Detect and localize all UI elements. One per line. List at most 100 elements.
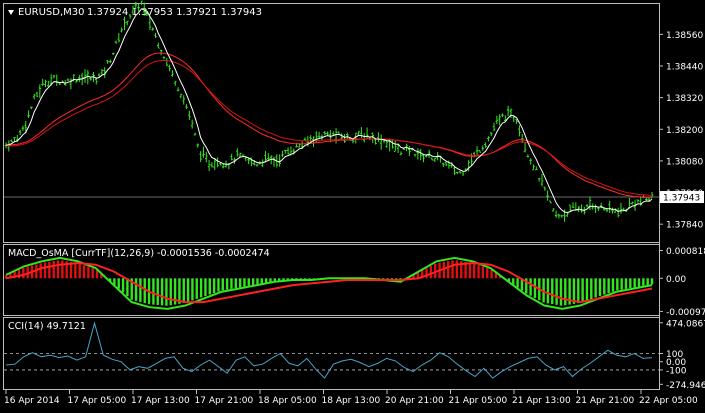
- time-label: 22 Apr 05:00: [639, 396, 698, 406]
- time-label: 21 Apr 13:00: [512, 396, 571, 406]
- macd-hist-bar: [594, 278, 597, 298]
- time-label: 16 Apr 2014: [4, 396, 60, 406]
- macd-hist-bar: [447, 261, 450, 279]
- macd-hist-bar: [195, 278, 198, 299]
- macd-tick-label: -0.000974: [666, 308, 705, 318]
- macd-tick-label: 0.00: [666, 275, 686, 285]
- time-label: 18 Apr 05:00: [258, 396, 317, 406]
- macd-hist-bar: [160, 278, 164, 306]
- macd-hist-bar: [620, 278, 623, 290]
- current-price-label: 1.37943: [663, 194, 700, 204]
- macd-hist-bar: [590, 278, 593, 300]
- macd-hist-bar: [564, 278, 567, 306]
- macd-hist-bar: [169, 278, 172, 306]
- cci-tick-label: 474.0867: [666, 319, 705, 329]
- time-label: 17 Apr 05:00: [68, 396, 127, 406]
- macd-hist-bar: [603, 278, 606, 295]
- macd-hist-bar: [481, 266, 485, 279]
- macd-hist-bar: [468, 262, 472, 279]
- macd-hist-bar: [87, 266, 90, 279]
- time-label: 21 Apr 05:00: [449, 396, 508, 406]
- macd-hist-bar: [217, 278, 220, 292]
- macd-hist-bar: [611, 278, 615, 292]
- symbol-label: EURUSD,M30: [18, 7, 84, 18]
- macd-hist-bar: [642, 278, 645, 286]
- macd-hist-bar: [152, 278, 155, 305]
- cci-tick-label: -274.9465: [666, 381, 705, 391]
- macd-label: MACD_OsMA [CurrTF](12,26,9) -0.0001536 -…: [8, 248, 270, 259]
- time-label: 20 Apr 21:00: [385, 396, 444, 406]
- macd-hist-bar: [577, 278, 580, 304]
- macd-hist-bar: [624, 278, 628, 289]
- main-panel-frame: [3, 3, 660, 243]
- macd-hist-bar: [429, 265, 433, 279]
- macd-hist-bar: [616, 278, 619, 291]
- macd-hist-bar: [230, 278, 233, 289]
- cci-axis: 474.08671000.00-100-274.9465: [659, 319, 705, 391]
- macd-hist-bar: [559, 278, 563, 306]
- price-tick-label: 1.38560: [666, 31, 703, 41]
- macd-hist-bar: [251, 278, 255, 286]
- macd-hist-bar: [43, 262, 47, 279]
- macd-hist-bar: [650, 278, 654, 285]
- time-label: 17 Apr 13:00: [131, 396, 190, 406]
- macd-hist-bar: [39, 263, 42, 279]
- macd-hist-bar: [117, 278, 120, 289]
- macd-hist-bar: [260, 278, 263, 284]
- macd-hist-bar: [455, 260, 459, 279]
- cci-label: CCI(14) 49.7121: [8, 321, 86, 332]
- time-label: 21 Apr 21:00: [576, 396, 635, 406]
- macd-hist-bar: [61, 260, 64, 279]
- macd-hist-bar: [212, 278, 216, 294]
- macd-hist-bar: [629, 278, 632, 289]
- macd-hist-bar: [256, 278, 259, 285]
- macd-hist-bar: [646, 278, 649, 286]
- macd-hist-bar: [451, 260, 454, 279]
- mt4-chart-window[interactable]: EURUSD,M30 1.37924 1.37953 1.37921 1.379…: [0, 0, 705, 409]
- macd-hist-bar: [581, 278, 584, 302]
- macd-hist-bar: [208, 278, 211, 295]
- time-axis: 16 Apr 2014 17 Apr 05:00 17 Apr 13:00 17 Ap…: [4, 390, 698, 406]
- macd-hist-bar: [490, 269, 493, 279]
- macd-hist-bar: [425, 268, 428, 279]
- price-tick-label: 1.37840: [666, 221, 703, 231]
- macd-hist-bar: [134, 278, 138, 301]
- macd-hist-bar: [486, 268, 489, 279]
- macd-hist-bar: [48, 261, 51, 279]
- chart-canvas[interactable]: EURUSD,M30 1.37924 1.37953 1.37921 1.379…: [0, 0, 705, 409]
- macd-hist-bar: [52, 260, 55, 279]
- cci-tick-label: -100: [666, 366, 687, 376]
- macd-hist-bar: [82, 265, 86, 279]
- price-tick-label: 1.38200: [666, 126, 703, 136]
- macd-hist-bar: [225, 278, 229, 290]
- macd-hist-bar: [126, 278, 129, 297]
- macd-hist-bar: [234, 278, 237, 289]
- macd-hist-bar: [182, 278, 185, 304]
- ohlc-readout: 1.37924 1.37953 1.37921 1.37943: [87, 7, 262, 18]
- price-tick-label: 1.38320: [666, 94, 703, 104]
- macd-hist-bar: [204, 278, 207, 296]
- macd-hist-bar: [121, 278, 125, 293]
- macd-hist-bar: [551, 278, 554, 305]
- macd-tick-label: 0.000818: [666, 247, 705, 257]
- macd-hist-bar: [91, 268, 94, 279]
- macd-hist-bar: [22, 267, 25, 279]
- macd-hist-bar: [74, 262, 77, 279]
- macd-hist-bar: [585, 278, 589, 301]
- macd-hist-bar: [247, 278, 250, 286]
- macd-hist-bar: [607, 278, 610, 294]
- macd-hist-bar: [529, 278, 532, 296]
- macd-hist-bar: [243, 278, 246, 287]
- macd-hist-bar: [191, 278, 194, 301]
- macd-hist-bar: [546, 278, 550, 304]
- macd-hist-bar: [186, 278, 190, 302]
- macd-hist-bar: [264, 278, 268, 283]
- macd-hist-bar: [238, 278, 242, 288]
- macd-hist-bar: [156, 278, 159, 306]
- price-tick-label: 1.38080: [666, 157, 703, 167]
- macd-hist-bar: [633, 278, 636, 288]
- macd-hist-bar: [78, 263, 81, 279]
- macd-hist-bar: [598, 278, 602, 297]
- macd-hist-bar: [477, 265, 480, 279]
- macd-hist-bar: [17, 269, 21, 279]
